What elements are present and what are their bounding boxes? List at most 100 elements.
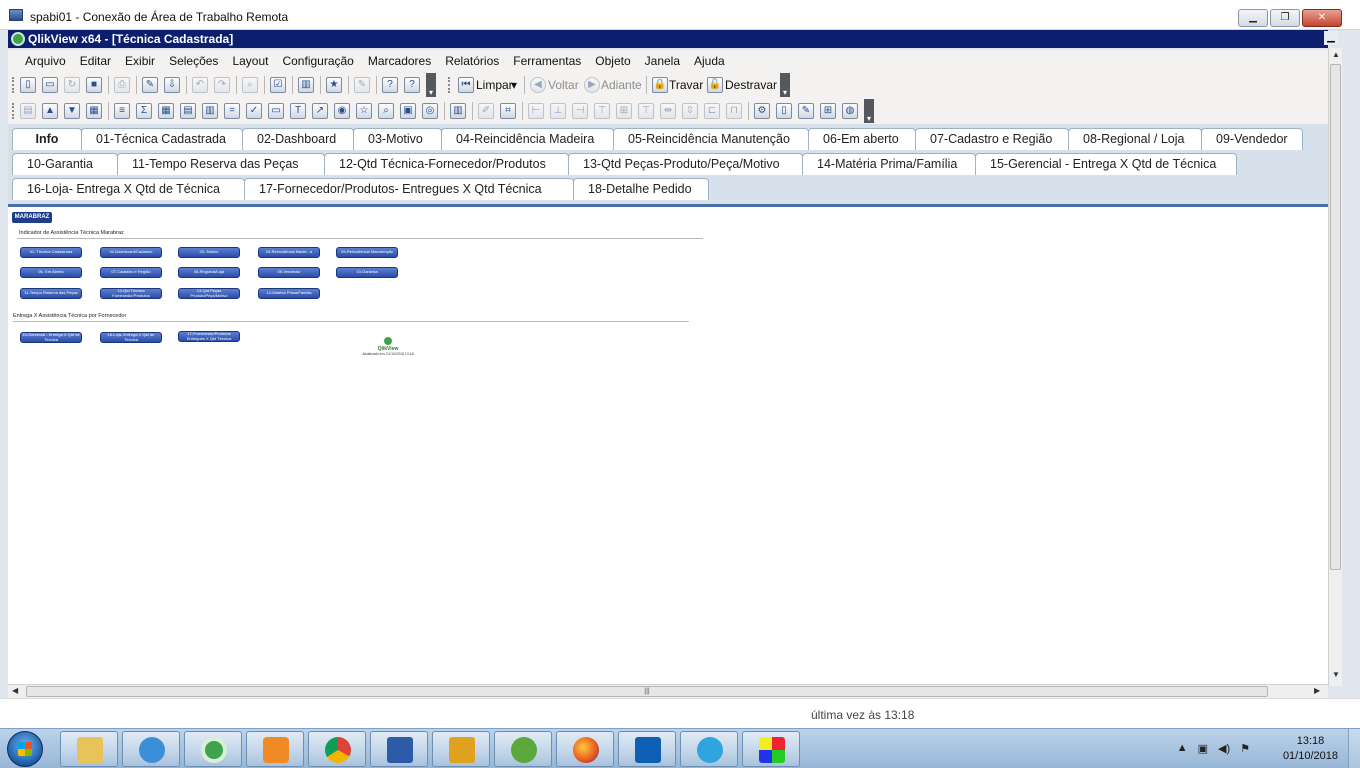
chart-wizard-icon[interactable]: ▥ bbox=[450, 103, 466, 119]
nav-button-fornecedor-produtos[interactable]: 17-Fornecedor/Produtos Entregues X Qtd T… bbox=[178, 331, 240, 342]
align-right-icon[interactable]: ⊣ bbox=[572, 103, 588, 119]
new-document-icon[interactable]: ▯ bbox=[20, 77, 36, 93]
sheet-edit-icon[interactable]: ✎ bbox=[798, 103, 814, 119]
nav-button-reincidencia-manutencao[interactable]: 05-Reincidência Manutenção bbox=[336, 247, 398, 258]
scroll-left-icon[interactable]: ◀ bbox=[12, 686, 18, 695]
vertical-scrollbar[interactable]: ▲ ▼ bbox=[1328, 48, 1342, 686]
tab-detalhe-pedido[interactable]: 18-Detalhe Pedido bbox=[573, 178, 709, 200]
tab-materia-prima-familia[interactable]: 14-Matéria Prima/Família bbox=[802, 153, 976, 175]
tab-regional-loja[interactable]: 08-Regional / Loja bbox=[1068, 128, 1202, 150]
tab-info[interactable]: Info bbox=[12, 128, 82, 150]
nav-button-motivo[interactable]: 03- Motivo bbox=[178, 247, 240, 258]
scroll-down-icon[interactable]: ▼ bbox=[1332, 670, 1340, 679]
clear-button[interactable]: Limpar bbox=[476, 78, 513, 92]
minimize-button[interactable]: ▁ bbox=[1238, 9, 1268, 27]
action-center-flag-icon[interactable]: ⚑ bbox=[1240, 742, 1250, 755]
nav-button-garantia[interactable]: 10-Garantia bbox=[336, 267, 398, 278]
redo-icon[interactable]: ↷ bbox=[214, 77, 230, 93]
chart-icon[interactable]: ▥ bbox=[298, 77, 314, 93]
align-center-icon[interactable]: ⊥ bbox=[550, 103, 566, 119]
nav-button-materia-prima[interactable]: 14-Matéria Prima/Família bbox=[258, 288, 320, 299]
nav-button-qtd-tecnica-fornecedor[interactable]: 12-Qtd Técnica Fornecedor/Produtos bbox=[100, 288, 162, 299]
unlock-button[interactable]: Destravar bbox=[725, 78, 777, 92]
tab-em-aberto[interactable]: 06-Em aberto bbox=[808, 128, 916, 150]
list-box-icon[interactable]: ≡ bbox=[114, 103, 130, 119]
taskbar-media-player[interactable] bbox=[246, 731, 304, 767]
align-top-icon[interactable]: ⊤ bbox=[638, 103, 654, 119]
nav-button-tecnica-cadastrada[interactable]: 01- Técnica Cadastrada bbox=[20, 247, 82, 258]
nav-button-gerencial-entrega[interactable]: 15-Gerencial - Entrega X Qtd de Técnica bbox=[20, 332, 82, 343]
unlock-icon[interactable]: 🔓 bbox=[707, 77, 723, 93]
toolbar-grip[interactable] bbox=[12, 103, 15, 119]
forward-button[interactable]: Adiante bbox=[601, 78, 642, 92]
crop-icon[interactable]: ⌗ bbox=[500, 103, 516, 119]
toolbar-overflow-button[interactable]: ▾ bbox=[864, 99, 874, 123]
taskbar-internet-explorer[interactable] bbox=[122, 731, 180, 767]
align-left-icon[interactable]: ⊢ bbox=[528, 103, 544, 119]
back-button[interactable]: Voltar bbox=[548, 78, 579, 92]
tab-reincidencia-madeira[interactable]: 04-Reincidência Madeira bbox=[441, 128, 614, 150]
show-hidden-icons-icon[interactable]: ▲ bbox=[1177, 742, 1188, 755]
network-icon[interactable]: ▣ bbox=[1198, 742, 1208, 755]
tab-dashboard[interactable]: 02-Dashboard bbox=[242, 128, 354, 150]
menu-arquivo[interactable]: Arquivo bbox=[18, 54, 73, 68]
table-box-icon[interactable]: ▤ bbox=[180, 103, 196, 119]
taskbar-firefox[interactable] bbox=[556, 731, 614, 767]
adjust-left-icon[interactable]: ⊏ bbox=[704, 103, 720, 119]
search-icon[interactable]: ⌕ bbox=[242, 77, 258, 93]
taskbar-file-explorer[interactable] bbox=[60, 731, 118, 767]
table-viewer-icon[interactable]: ⊞ bbox=[820, 103, 836, 119]
save-icon[interactable]: ■ bbox=[86, 77, 102, 93]
taskbar-remote-desktop[interactable] bbox=[370, 731, 428, 767]
tab-loja-entrega[interactable]: 16-Loja- Entrega X Qtd de Técnica bbox=[12, 178, 245, 200]
tab-motivo[interactable]: 03-Motivo bbox=[353, 128, 442, 150]
tab-tempo-reserva-pecas[interactable]: 11-Tempo Reserva das Peças bbox=[117, 153, 325, 175]
menu-ferramentas[interactable]: Ferramentas bbox=[506, 54, 588, 68]
start-button[interactable] bbox=[7, 731, 43, 767]
align-bottom-icon[interactable]: ⊤ bbox=[594, 103, 610, 119]
vertical-scroll-thumb[interactable] bbox=[1330, 64, 1341, 570]
tab-qtd-pecas-produto[interactable]: 13-Qtd Peças-Produto/Peça/Motivo bbox=[568, 153, 803, 175]
input-box-icon[interactable]: = bbox=[224, 103, 240, 119]
nav-button-cadastro-regiao[interactable]: 07-Cadastro e Região bbox=[100, 267, 162, 278]
back-icon[interactable]: ◀ bbox=[530, 77, 546, 93]
horizontal-scrollbar[interactable]: ◀ ||| ▶ bbox=[8, 684, 1328, 698]
chart-object-icon[interactable]: ▥ bbox=[202, 103, 218, 119]
nav-button-loja-entrega[interactable]: 16-Loja- Entrega X Qtd de Técnica bbox=[100, 332, 162, 343]
bookmark-star-icon[interactable]: ★ bbox=[326, 77, 342, 93]
tab-vendedor[interactable]: 09-Vendedor bbox=[1201, 128, 1303, 150]
search-object-icon[interactable]: ⌕ bbox=[378, 103, 394, 119]
sheet-properties-icon[interactable]: ▦ bbox=[86, 103, 102, 119]
slider-object-icon[interactable]: ◉ bbox=[334, 103, 350, 119]
nav-button-vendedor[interactable]: 09-Vendedor bbox=[258, 267, 320, 278]
tab-fornecedor-produtos-entregues[interactable]: 17-Fornecedor/Produtos- Entregues X Qtd … bbox=[244, 178, 574, 200]
taskbar-app-chip[interactable] bbox=[432, 731, 490, 767]
nav-button-dashboard[interactable]: 02-Dashboard/Cadastro bbox=[100, 247, 162, 258]
field-properties-icon[interactable]: ⚙ bbox=[754, 103, 770, 119]
adjust-top-icon[interactable]: ⊓ bbox=[726, 103, 742, 119]
menu-ajuda[interactable]: Ajuda bbox=[687, 54, 732, 68]
add-sheet-icon[interactable]: ▤ bbox=[20, 103, 36, 119]
edit-object-icon[interactable]: ✎ bbox=[354, 77, 370, 93]
document-minimize-button[interactable]: ▁ bbox=[1324, 31, 1338, 45]
nav-button-tempo-reserva[interactable]: 11-Tempo Reserva das Peças bbox=[20, 288, 82, 299]
toolbar-grip[interactable] bbox=[12, 77, 15, 93]
text-object-icon[interactable]: T bbox=[290, 103, 306, 119]
show-desktop-button[interactable] bbox=[1348, 729, 1360, 768]
taskbar-paint-app[interactable] bbox=[742, 731, 800, 767]
toolbar-overflow-button[interactable]: ▾ bbox=[780, 73, 790, 97]
menu-configuracao[interactable]: Configuração bbox=[275, 54, 360, 68]
context-help-icon[interactable]: ? bbox=[404, 77, 420, 93]
system-clock[interactable]: 13:18 01/10/2018 bbox=[1283, 734, 1338, 764]
container-object-icon[interactable]: ▣ bbox=[400, 103, 416, 119]
taskbar-telegram[interactable] bbox=[680, 731, 738, 767]
checkbox-icon[interactable]: ☑ bbox=[270, 77, 286, 93]
lock-button[interactable]: Travar bbox=[669, 78, 703, 92]
edit-script-icon[interactable]: ✎ bbox=[142, 77, 158, 93]
chevron-down-icon[interactable]: ▾ bbox=[511, 78, 517, 92]
nav-button-em-aberto[interactable]: 06- Em Aberto bbox=[20, 267, 82, 278]
multi-box-icon[interactable]: ▦ bbox=[158, 103, 174, 119]
demote-sheet-icon[interactable]: ▼ bbox=[64, 103, 80, 119]
bookmark-object-icon[interactable]: ☆ bbox=[356, 103, 372, 119]
reload-script-icon[interactable]: ⇩ bbox=[164, 77, 180, 93]
